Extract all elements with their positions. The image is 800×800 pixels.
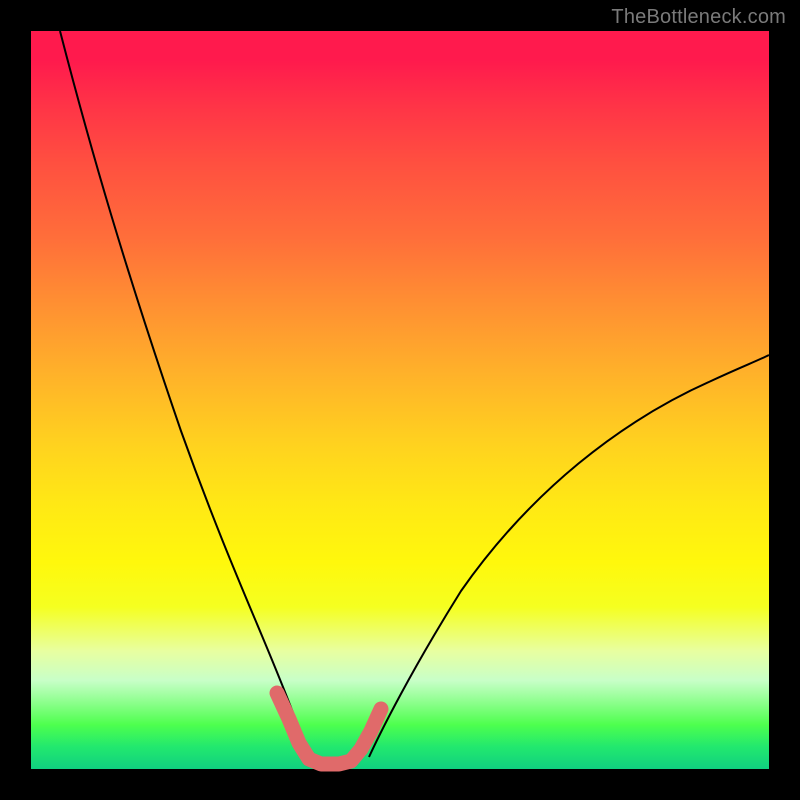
watermark-text: TheBottleneck.com (611, 6, 786, 29)
chart-svg (31, 31, 769, 769)
chart-frame: TheBottleneck.com (0, 0, 800, 800)
plot-area (31, 31, 769, 769)
series-left-branch (60, 31, 311, 761)
series-right-branch (369, 355, 769, 757)
series-bottom-highlight (277, 693, 381, 764)
